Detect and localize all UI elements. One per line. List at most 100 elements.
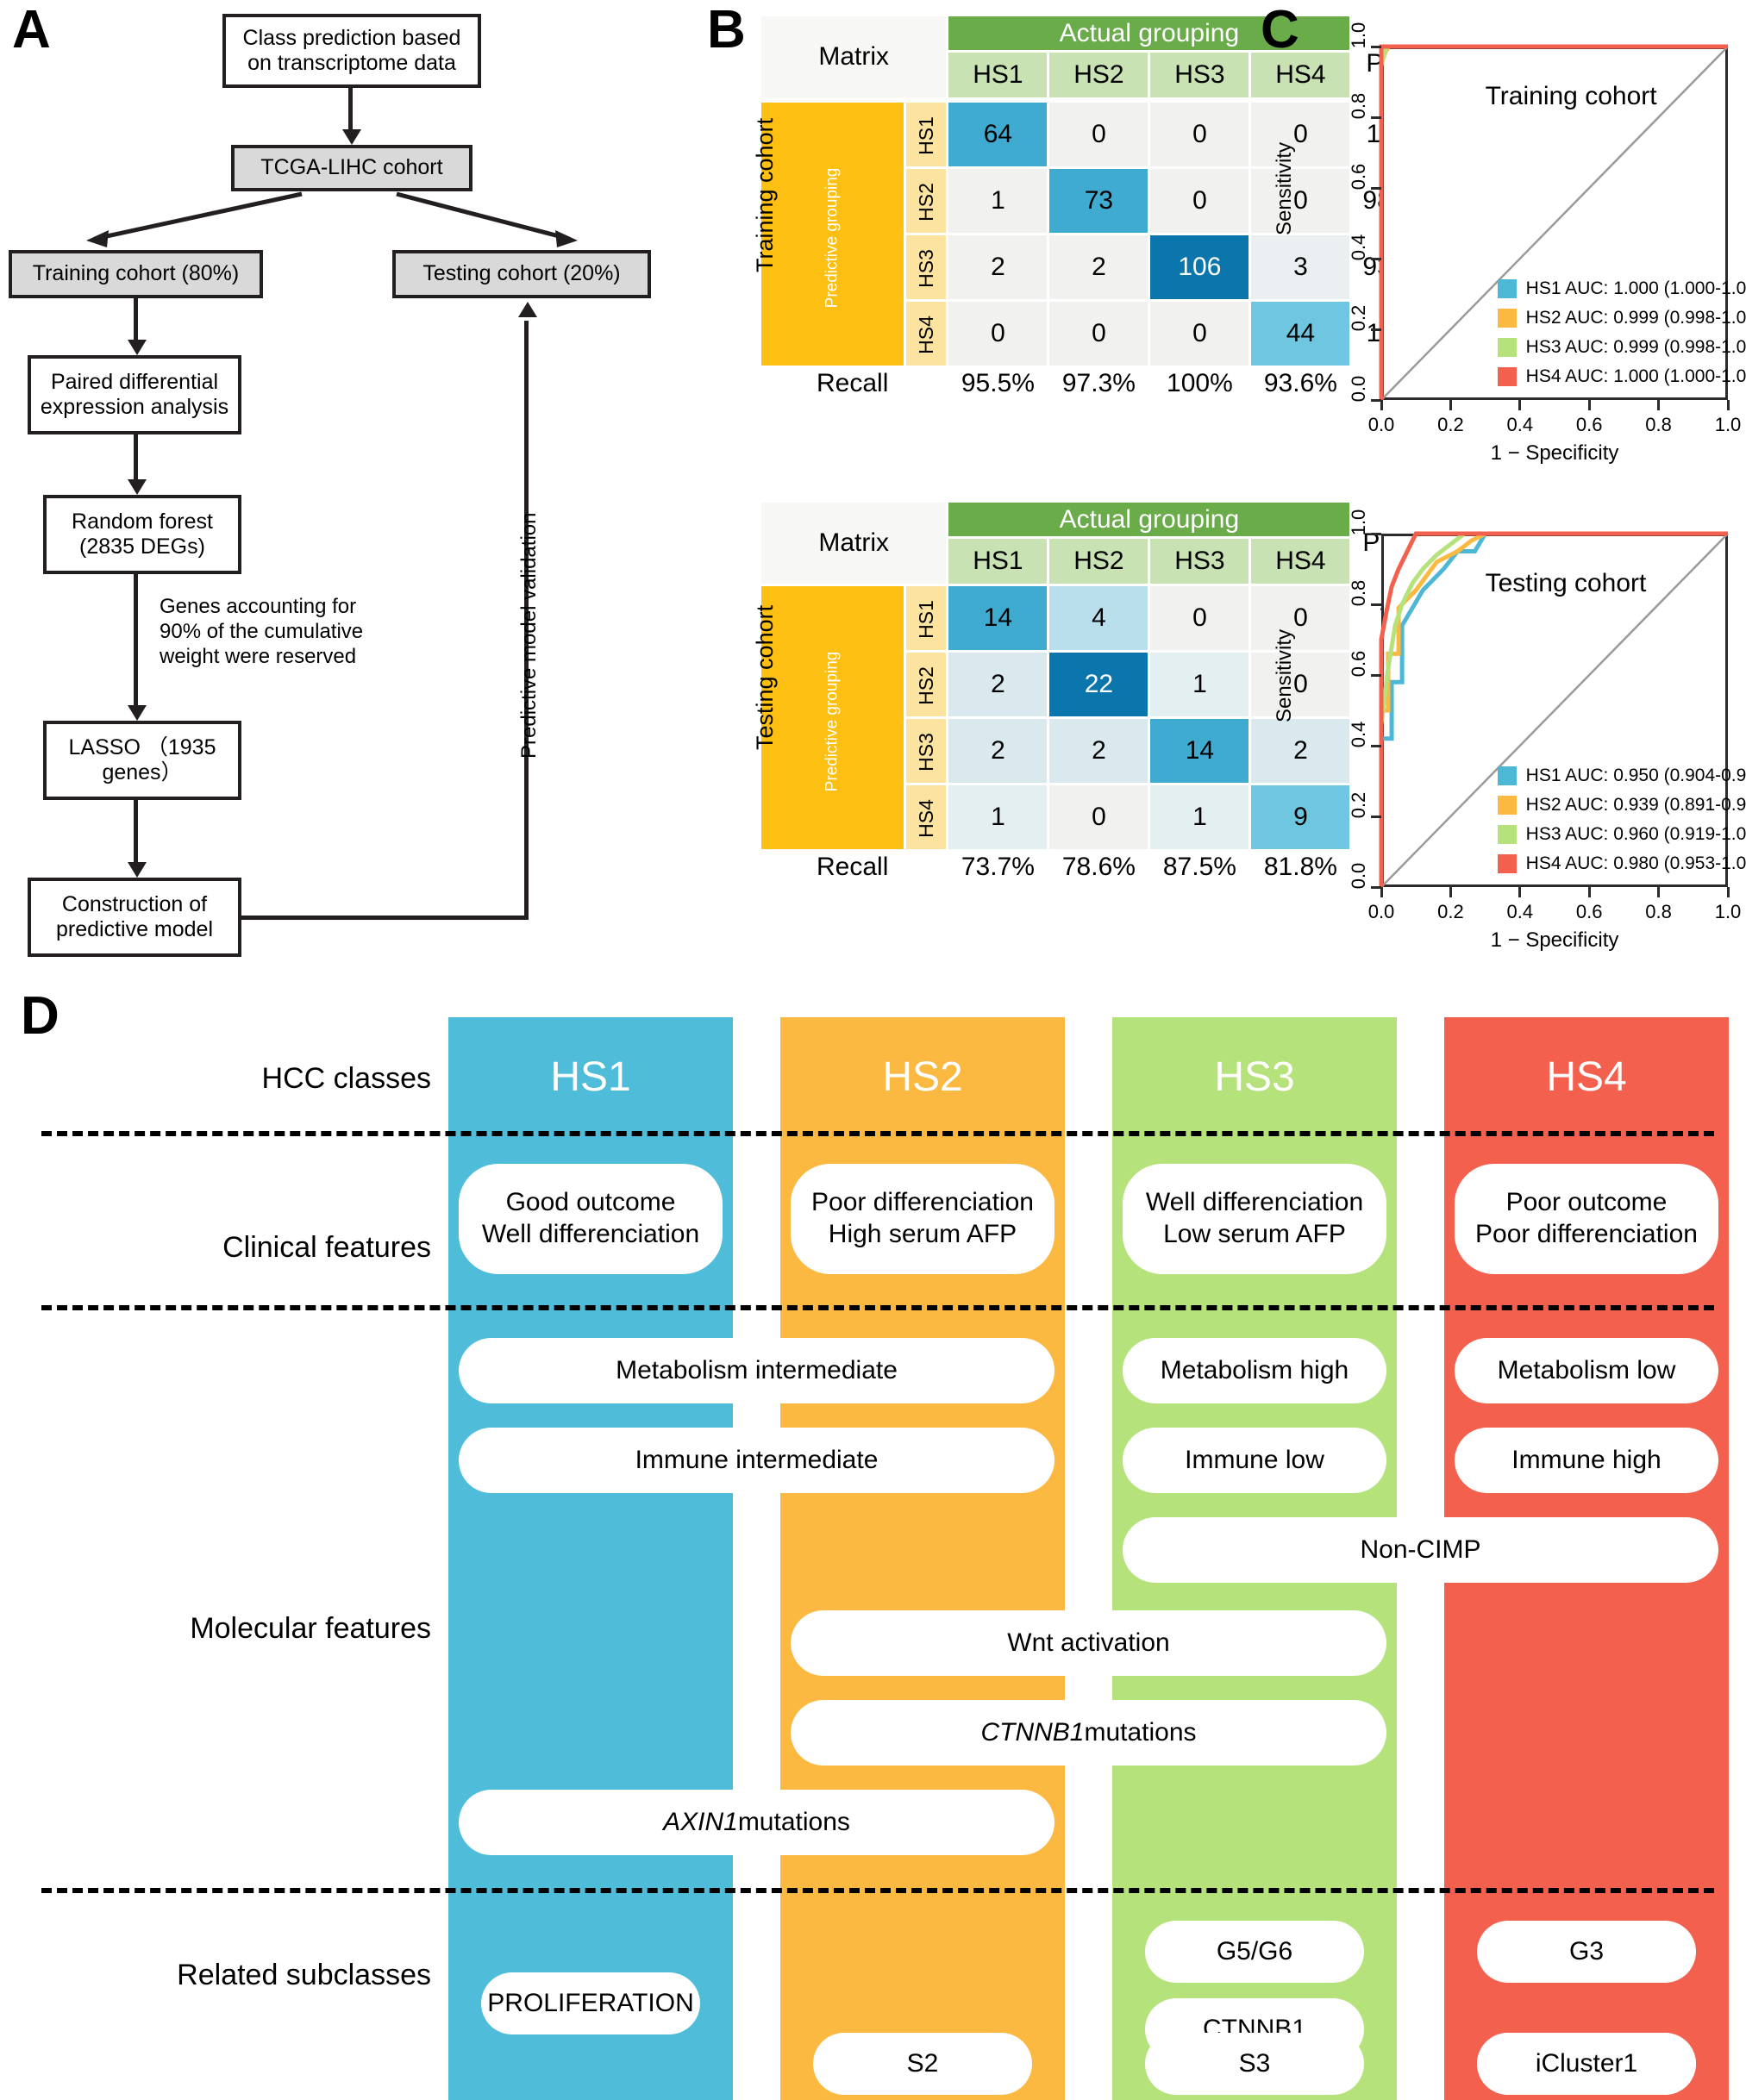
y-tick-label: 0.6 <box>1348 650 1369 678</box>
class-header-hs3: HS3 <box>1214 1054 1295 1100</box>
flow-box-label: Random forest (2835 DEGs) <box>72 509 213 559</box>
clinical-feature-pill: Well differenciation Low serum AFP <box>1123 1164 1386 1274</box>
matrix-cell: 0 <box>1049 785 1148 849</box>
connector-3 <box>134 434 138 484</box>
legend-label: HS4 AUC: 1.000 (1.000-1.000) <box>1525 366 1746 387</box>
matrix-cell: 2 <box>948 719 1048 783</box>
y-tick <box>1371 603 1381 606</box>
flow-box-label: Testing cohort (20%) <box>422 261 621 286</box>
flow-box-label: TCGA-LIHC cohort <box>260 155 443 180</box>
matrix-cell: 2 <box>1049 235 1148 299</box>
y-axis-label: Sensitivity <box>1273 628 1296 722</box>
recall-value: 100% <box>1167 369 1233 397</box>
y-tick-label: 1.0 <box>1348 22 1369 49</box>
plot-title: Testing cohort <box>1485 569 1647 597</box>
x-tick <box>1587 887 1591 897</box>
y-tick <box>1371 532 1381 535</box>
x-tick-label: 0.6 <box>1575 414 1603 435</box>
y-axis-label: Sensitivity <box>1273 141 1296 235</box>
col-header-hs1: HS1 <box>948 53 1048 97</box>
row-label-clinical-features: Clinical features <box>222 1231 431 1264</box>
col-header-hs2: HS2 <box>1049 53 1148 97</box>
y-tick <box>1371 45 1381 48</box>
recall-header: Recall <box>817 369 889 397</box>
matrix-cell: 0 <box>948 302 1048 366</box>
row-header-hs1: HS1 <box>905 586 947 650</box>
col-header-hs1: HS1 <box>948 539 1048 584</box>
class-header-hs1: HS1 <box>550 1054 631 1100</box>
x-tick-label: 1.0 <box>1714 901 1742 922</box>
x-tick <box>1518 400 1522 410</box>
recall-value: 95.5% <box>961 369 1035 397</box>
flow-box-random-forest: Random forest (2835 DEGs) <box>43 495 241 574</box>
y-tick <box>1371 328 1381 331</box>
matrix-cell: 14 <box>948 586 1048 650</box>
validation-label: Predictive model validation <box>517 512 541 759</box>
molecular-feature-pill: Immune intermediate <box>459 1428 1054 1493</box>
matrix-cell: 106 <box>1150 235 1249 299</box>
legend-label: HS4 AUC: 0.980 (0.953-1.000) <box>1525 853 1746 874</box>
matrix-cell: 0 <box>1150 103 1249 166</box>
matrix-cell: 2 <box>1049 719 1148 783</box>
legend-swatch <box>1497 796 1517 816</box>
flow-box-label: LASSO （1935 genes） <box>68 734 216 785</box>
row-header-hs4: HS4 <box>905 302 947 366</box>
x-tick <box>1449 400 1452 410</box>
matrix-corner-label: Matrix <box>761 16 947 97</box>
legend: HS1 AUC: 1.000 (1.000-1.000) HS2 AUC: 0.9… <box>1497 274 1746 391</box>
legend-item: HS3 AUC: 0.999 (0.998-1.000) <box>1497 333 1746 362</box>
molecular-feature-pill: Immune high <box>1455 1428 1718 1493</box>
molecular-feature-pill: AXIN1 mutations <box>459 1790 1054 1855</box>
legend-item: HS2 AUC: 0.999 (0.998-1.000) <box>1497 303 1746 333</box>
section-divider-2 <box>41 1888 1714 1893</box>
plot-title: Training cohort <box>1485 82 1657 110</box>
row-label-hcc-classes: HCC classes <box>261 1062 431 1095</box>
cohort-label-testing: Testing cohort <box>752 604 778 750</box>
x-tick-label: 0.0 <box>1367 414 1395 435</box>
legend-label: HS1 AUC: 1.000 (1.000-1.000) <box>1525 278 1746 299</box>
flow-box-paired-de: Paired differential expression analysis <box>28 355 241 434</box>
summary-table: HS1 HS2 HS3 HS4 HCC classes Clinical features… <box>0 1017 1746 2100</box>
legend-swatch <box>1497 367 1517 387</box>
y-tick-label: 0.2 <box>1348 304 1369 332</box>
recall-value: 97.3% <box>1061 369 1136 397</box>
x-tick-label: 0.2 <box>1437 901 1464 922</box>
x-tick-label: 0.4 <box>1506 414 1534 435</box>
x-tick <box>1449 887 1452 897</box>
matrix-cell: 1 <box>1150 653 1249 716</box>
x-tick-label: 0.0 <box>1367 901 1395 922</box>
legend-label: HS3 AUC: 0.960 (0.919-1.000) <box>1525 824 1746 845</box>
matrix-corner-label: Matrix <box>761 503 947 584</box>
x-tick <box>1726 887 1730 897</box>
matrix-cell: 1 <box>948 785 1048 849</box>
molecular-feature-pill: Wnt activation <box>791 1610 1386 1676</box>
col-header-hs3: HS3 <box>1150 539 1249 584</box>
legend-item: HS3 AUC: 0.960 (0.919-1.000) <box>1497 820 1746 849</box>
cohort-label-training: Training cohort <box>752 117 778 272</box>
col-header-hs2: HS2 <box>1049 539 1148 584</box>
row-header-hs3: HS3 <box>905 235 947 299</box>
row-header-hs2: HS2 <box>905 653 947 716</box>
recall-value: 78.6% <box>1061 853 1136 881</box>
matrix-cell: 0 <box>1049 302 1148 366</box>
subclass-pill: iCluster1 <box>1477 2033 1696 2095</box>
clinical-feature-pill: Poor differenciation High serum AFP <box>791 1164 1054 1274</box>
y-tick <box>1371 815 1381 818</box>
molecular-feature-pill: Metabolism high <box>1123 1338 1386 1403</box>
matrix-cell: 14 <box>1150 719 1249 783</box>
matrix-cell: 73 <box>1049 169 1148 233</box>
molecular-feature-pill: Immune low <box>1123 1428 1386 1493</box>
flow-box-training-cohort: Training cohort (80%) <box>9 250 263 298</box>
arrow-down-4 <box>128 705 147 721</box>
y-tick <box>1371 116 1381 119</box>
arrow-down-3 <box>128 479 147 495</box>
legend-swatch <box>1497 338 1517 358</box>
recall-header: Recall <box>817 853 889 881</box>
arrow-down-5 <box>128 862 147 878</box>
class-header-hs2: HS2 <box>882 1054 963 1100</box>
panel-letter-b: B <box>707 0 746 59</box>
x-tick-label: 0.8 <box>1645 901 1672 922</box>
clinical-feature-pill: Good outcome Well differenciation <box>459 1164 723 1274</box>
molecular-feature-pill: CTNNB1 mutations <box>791 1700 1386 1766</box>
legend-swatch <box>1497 766 1517 786</box>
